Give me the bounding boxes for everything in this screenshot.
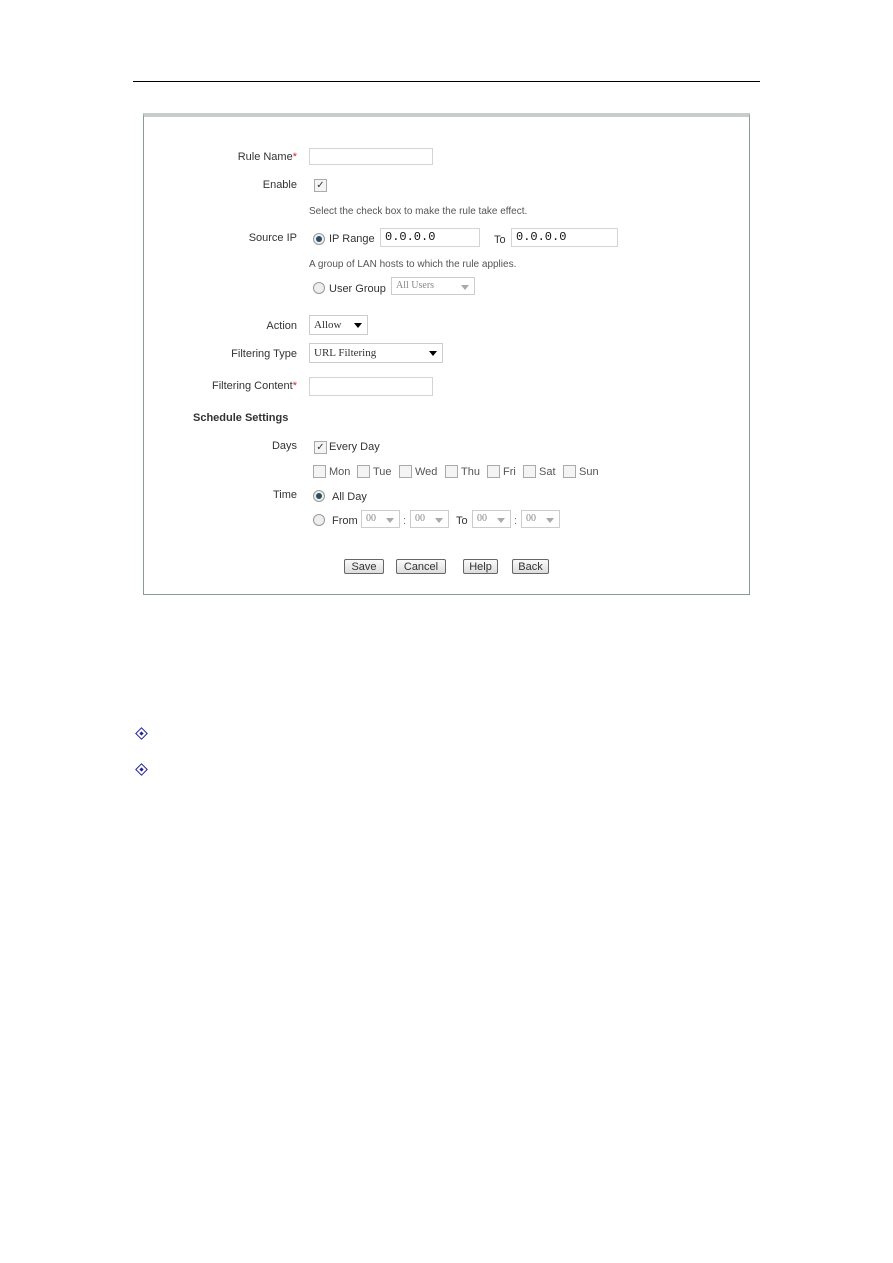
help-button[interactable]: Help: [463, 559, 498, 574]
chevron-down-icon: [497, 518, 505, 523]
sun-checkbox[interactable]: [563, 465, 576, 478]
action-label: Action: [266, 320, 297, 332]
chevron-down-icon: [461, 285, 469, 290]
chevron-down-icon: [354, 323, 362, 328]
rule-name-input[interactable]: [309, 148, 433, 165]
all-day-label: All Day: [332, 491, 367, 503]
every-day-checkbox[interactable]: ✓: [314, 441, 327, 454]
source-ip-label: Source IP: [248, 232, 297, 244]
fri-label: Fri: [503, 466, 516, 478]
user-group-label: User Group: [329, 283, 386, 295]
thu-checkbox[interactable]: [445, 465, 458, 478]
mon-checkbox[interactable]: [313, 465, 326, 478]
time-label: Time: [272, 489, 297, 501]
ip-to-label: To: [494, 234, 506, 246]
diamond-bullet-icon: [135, 763, 148, 776]
tue-checkbox[interactable]: [357, 465, 370, 478]
sun-label: Sun: [579, 466, 599, 478]
ip-to-input[interactable]: 0.0.0.0: [511, 228, 618, 247]
mon-label: Mon: [329, 466, 351, 478]
filtering-type-select[interactable]: URL Filtering: [309, 343, 443, 363]
cancel-button[interactable]: Cancel: [396, 559, 446, 574]
enable-checkbox[interactable]: ✓: [314, 179, 327, 192]
from-minute-select[interactable]: 00: [410, 510, 449, 528]
wed-checkbox[interactable]: [399, 465, 412, 478]
ip-from-input[interactable]: 0.0.0.0: [380, 228, 480, 247]
back-button[interactable]: Back: [512, 559, 549, 574]
chevron-down-icon: [546, 518, 554, 523]
from-hour-select[interactable]: 00: [361, 510, 400, 528]
filtering-type-label: Filtering Type: [231, 348, 297, 360]
from-label: From: [332, 515, 358, 527]
save-button[interactable]: Save: [344, 559, 384, 574]
to-hour-select[interactable]: 00: [472, 510, 511, 528]
all-day-radio[interactable]: [313, 490, 325, 502]
fri-checkbox[interactable]: [487, 465, 500, 478]
user-group-radio[interactable]: [313, 282, 325, 294]
chevron-down-icon: [435, 518, 443, 523]
source-ip-hint: A group of LAN hosts to which the rule a…: [309, 259, 517, 270]
from-radio[interactable]: [313, 514, 325, 526]
from-colon: :: [403, 515, 407, 527]
header-rule: [133, 81, 760, 82]
ip-range-radio[interactable]: [313, 233, 325, 245]
tue-label: Tue: [373, 466, 392, 478]
chevron-down-icon: [429, 351, 437, 356]
filtering-content-label: Filtering Content*: [212, 380, 297, 392]
user-group-select[interactable]: All Users: [391, 277, 475, 295]
rule-name-label: Rule Name*: [237, 151, 297, 163]
filtering-content-input[interactable]: [309, 377, 433, 396]
to-minute-select[interactable]: 00: [521, 510, 560, 528]
sat-label: Sat: [539, 466, 556, 478]
to-colon: :: [514, 515, 518, 527]
wed-label: Wed: [415, 466, 438, 478]
sat-checkbox[interactable]: [523, 465, 536, 478]
diamond-bullet-icon: [135, 727, 148, 740]
schedule-settings-heading: Schedule Settings: [193, 412, 289, 424]
ip-range-label: IP Range: [329, 233, 375, 245]
enable-hint: Select the check box to make the rule ta…: [309, 206, 528, 217]
days-label: Days: [271, 440, 297, 452]
every-day-label: Every Day: [329, 441, 380, 453]
action-select[interactable]: Allow: [309, 315, 368, 335]
enable-label: Enable: [262, 179, 297, 191]
chevron-down-icon: [386, 518, 394, 523]
thu-label: Thu: [461, 466, 480, 478]
to-time-label: To: [456, 515, 468, 527]
